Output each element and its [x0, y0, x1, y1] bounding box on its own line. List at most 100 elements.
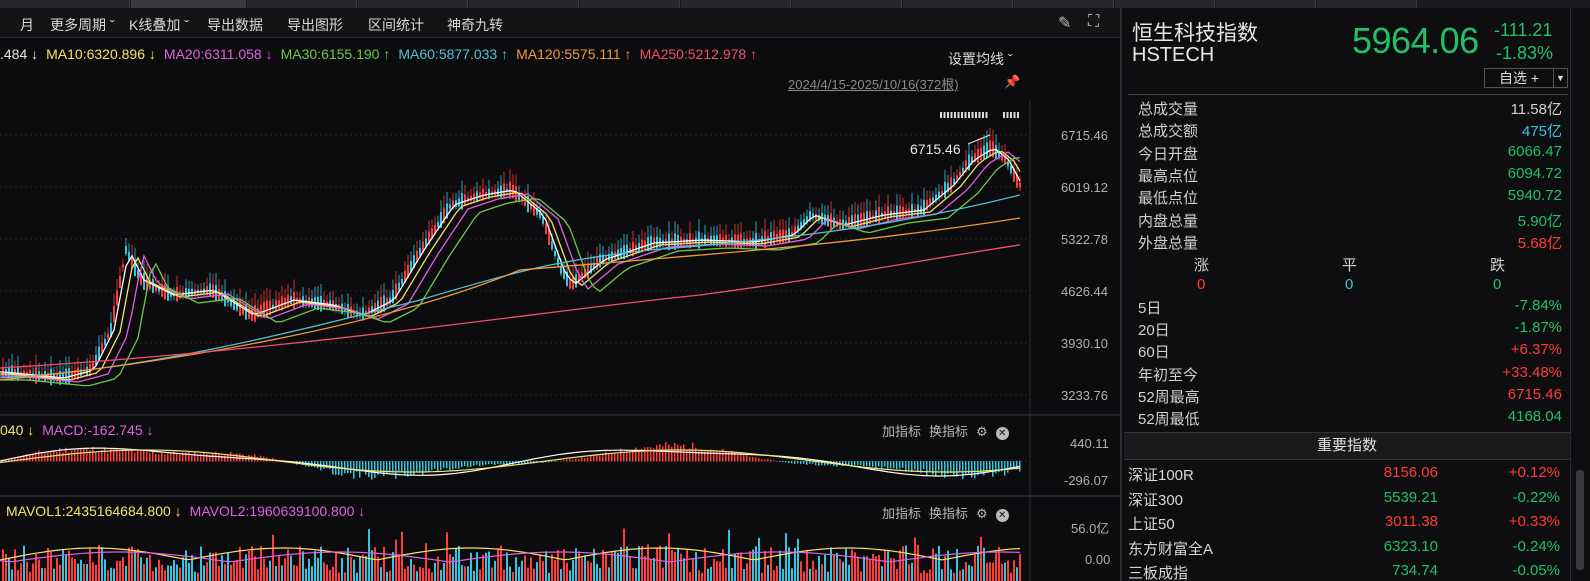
close-icon[interactable]: ✕	[995, 427, 1009, 440]
volume-bar	[134, 550, 136, 581]
macd-bar	[638, 451, 640, 462]
gear-icon[interactable]: ⚙	[976, 506, 988, 521]
volume-bar	[167, 565, 169, 581]
index-row-name: 东方财富全A	[1128, 540, 1214, 558]
index-row[interactable]: 三板成指 734.74 -0.05%	[1128, 562, 1560, 581]
close-icon[interactable]: ✕	[995, 509, 1009, 522]
volume-bar	[716, 560, 718, 581]
volume-bar	[917, 544, 919, 581]
candle-body	[572, 277, 574, 290]
volume-bar	[914, 537, 916, 581]
volume-bar	[920, 572, 922, 581]
macd-bar	[557, 460, 559, 462]
candle-body	[476, 191, 478, 202]
volume-bar	[149, 554, 151, 581]
volume-bar	[725, 567, 727, 581]
macd-bar	[599, 455, 601, 462]
period-value: +33.48%	[1502, 363, 1562, 381]
volume-bar	[743, 569, 745, 581]
gear-icon[interactable]: ⚙	[976, 424, 988, 439]
volume-bar	[674, 551, 676, 581]
volume-bar	[611, 551, 613, 581]
macd-bar	[149, 452, 151, 462]
volume-bar	[932, 548, 934, 581]
macd-bar	[554, 461, 556, 462]
macd-bar	[470, 461, 472, 467]
macd-bar	[875, 461, 877, 469]
volume-bar	[815, 569, 817, 581]
macd-bar	[422, 461, 424, 475]
volume-bar	[23, 545, 25, 581]
add-indicator-button[interactable]: 加指标	[882, 424, 921, 439]
volume-bar	[275, 566, 277, 581]
switch-indicator-button[interactable]: 换指标	[929, 424, 968, 439]
macd-bar	[650, 447, 652, 462]
candle-body	[143, 273, 145, 290]
add-indicator-button[interactable]: 加指标	[882, 506, 921, 521]
macd-bar	[122, 449, 124, 462]
index-row[interactable]: 上证50 3011.38 +0.33%	[1128, 513, 1560, 537]
macd-bar	[143, 450, 145, 462]
candle-body	[551, 241, 553, 250]
signal-marker	[1017, 112, 1019, 118]
macd-bar	[455, 461, 457, 469]
signal-marker	[985, 112, 988, 118]
macd-bar	[806, 461, 808, 465]
index-row[interactable]: 东方财富全A 6323.10 -0.24%	[1128, 538, 1560, 562]
macd-bar	[194, 452, 196, 462]
index-row-name: 深证300	[1128, 491, 1184, 509]
volume-bar	[506, 552, 508, 581]
index-row-price: 3011.38	[1384, 513, 1438, 530]
macd-bar	[614, 453, 616, 462]
window-tab[interactable]	[1317, 0, 1417, 8]
volume-bar	[962, 569, 964, 581]
volume-bar	[125, 566, 127, 581]
macd-bar	[56, 451, 58, 462]
volume-bar	[836, 552, 838, 581]
scrollbar-thumb[interactable]	[1576, 470, 1584, 570]
macd-bar	[878, 461, 880, 467]
macd-bar	[86, 447, 88, 462]
volume-bar	[560, 569, 562, 581]
volume-bar	[548, 572, 550, 581]
volume-bar	[224, 563, 226, 581]
volume-bar	[926, 572, 928, 581]
macd-bar	[389, 461, 391, 473]
volume-bar	[188, 562, 190, 581]
add-watchlist-button[interactable]: 自选 +	[1484, 68, 1554, 88]
volume-bar	[17, 569, 19, 581]
stat-value: 6094.72	[1507, 164, 1562, 182]
volume-bar	[323, 562, 325, 581]
volume-bar	[446, 532, 448, 581]
volume-bar	[71, 557, 73, 581]
macd-bar	[461, 461, 463, 468]
macd-bar	[449, 461, 451, 471]
macd-bar	[902, 461, 904, 468]
volume-bar	[584, 555, 586, 581]
volume-bar	[803, 571, 805, 581]
macd-bar	[908, 461, 910, 471]
volume-bar	[740, 552, 742, 581]
window-tab[interactable]	[1115, 0, 1215, 8]
volume-bar	[689, 572, 691, 581]
volume-bar	[44, 568, 46, 581]
updown-value: 0	[1493, 276, 1502, 293]
switch-indicator-button[interactable]: 换指标	[929, 506, 968, 521]
volume-bar	[683, 558, 685, 581]
watchlist-dropdown-icon[interactable]: ▼	[1554, 68, 1568, 88]
volume-bar	[731, 567, 733, 581]
macd-bar	[866, 461, 868, 467]
volume-bar	[29, 571, 31, 581]
macd-bar	[938, 461, 940, 471]
macd-bar	[131, 450, 133, 462]
candle-body	[104, 338, 106, 346]
macd-bar	[974, 461, 976, 479]
macd-axis-label: -296.07	[1064, 473, 1109, 488]
volume-bar	[1004, 562, 1006, 581]
index-row[interactable]: 深证300 5539.21 -0.22%	[1128, 489, 1560, 513]
volume-bar	[452, 556, 454, 581]
window-tab[interactable]	[1216, 0, 1316, 8]
volume-bar	[434, 562, 436, 581]
macd-bar	[365, 461, 367, 475]
index-row[interactable]: 深证100R 8156.06 +0.12%	[1128, 464, 1560, 488]
